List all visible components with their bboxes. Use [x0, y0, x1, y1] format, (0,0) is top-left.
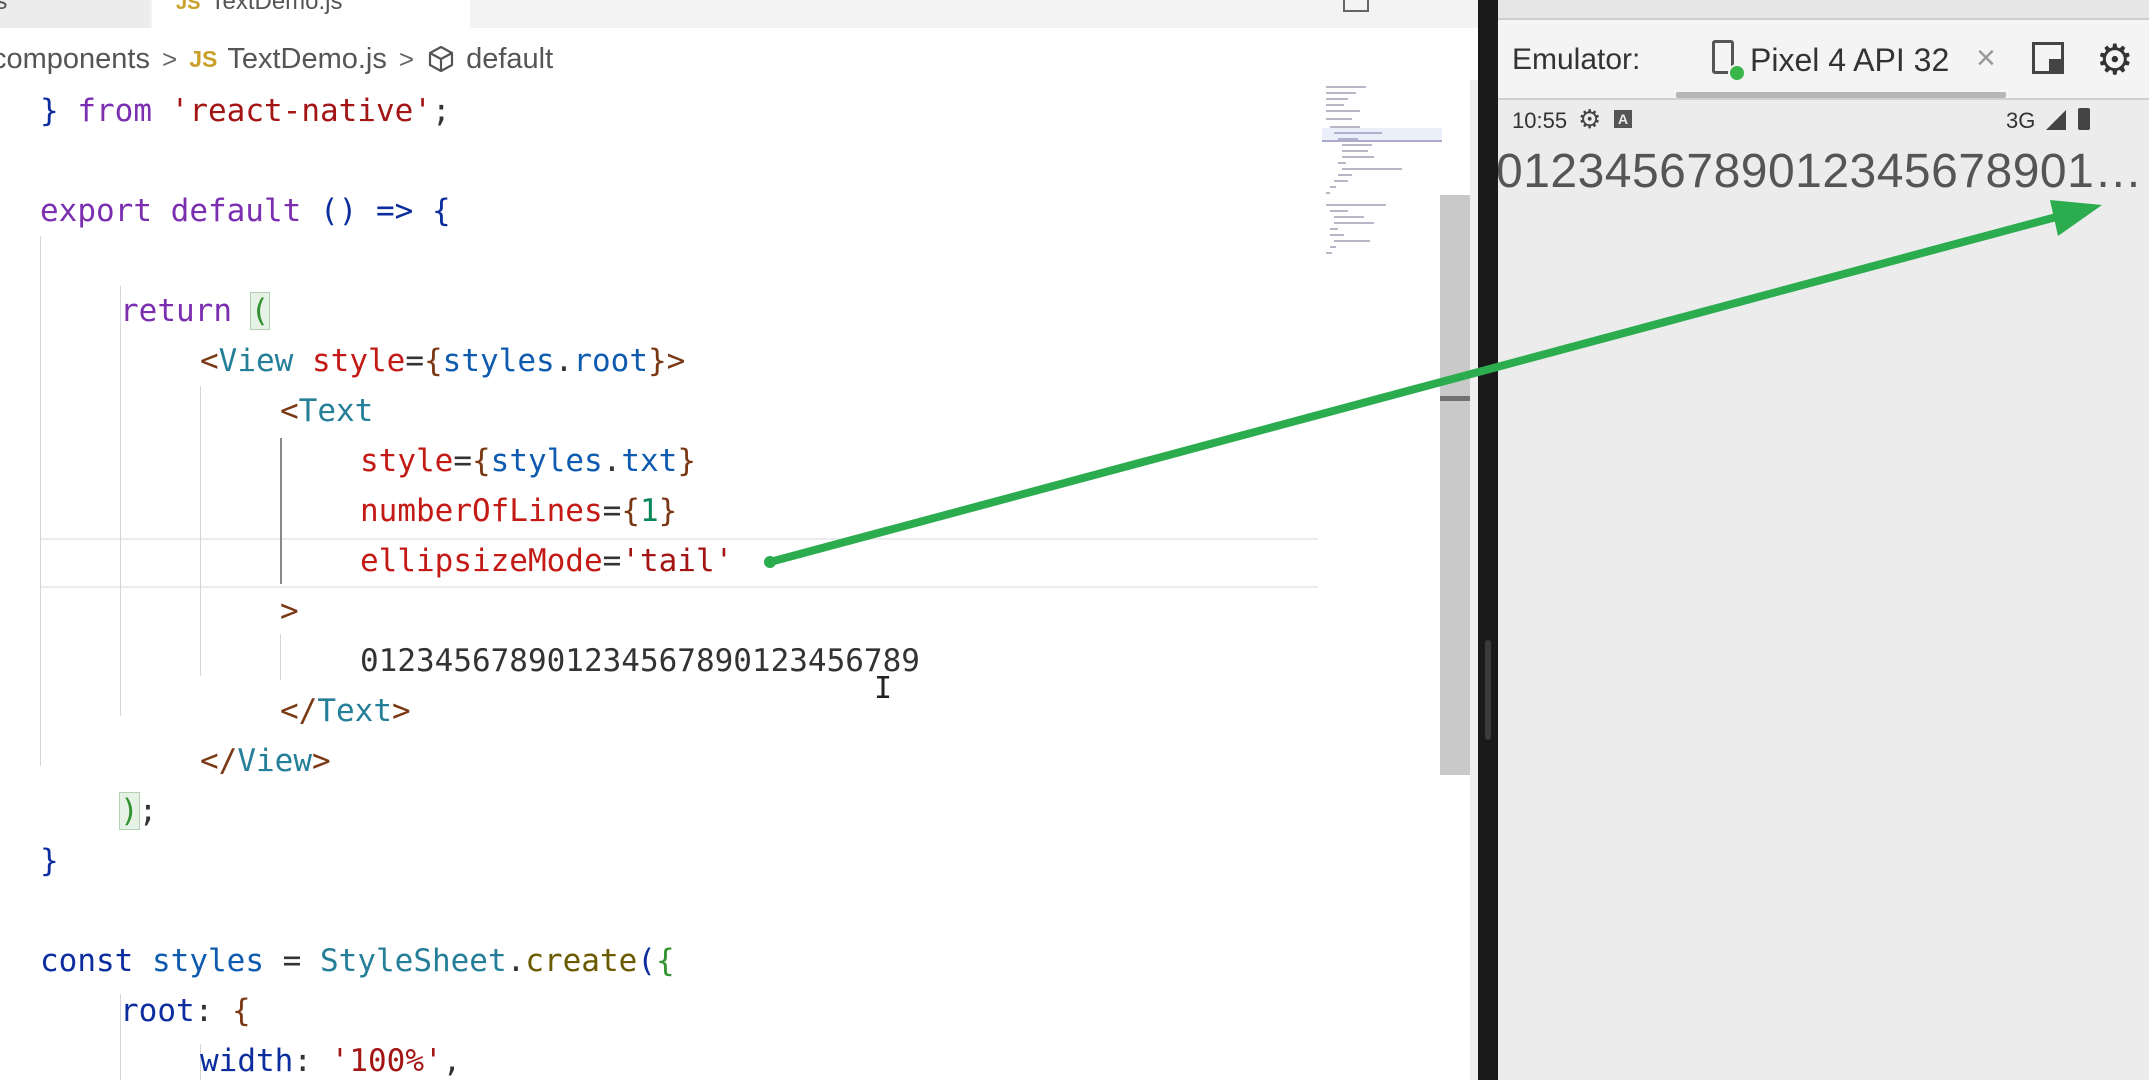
app-ellipsized-text: 0123456789012345678901… [1498, 145, 2136, 198]
breadcrumb-file[interactable]: TextDemo.js [227, 43, 387, 76]
emulator-label: Emulator: [1512, 43, 1641, 76]
dock-icon[interactable] [2032, 42, 2064, 74]
js-file-icon: JS [176, 0, 201, 14]
code-line-6: <View style={styles.root}> [200, 343, 686, 379]
code-line-13: </Text> [280, 693, 411, 729]
indent-guide-active [280, 438, 282, 584]
tab-previous[interactable]: js [0, 0, 150, 28]
js-file-icon: JS [189, 45, 218, 72]
code-line-3: export default () => { [40, 193, 451, 229]
signal-icon [2046, 110, 2066, 130]
code-line-16: } [40, 843, 59, 879]
code-line-19: root: { [120, 993, 251, 1029]
breadcrumb-separator: > [162, 43, 178, 74]
tab-active-label: TextDemo.js [210, 0, 343, 15]
breadcrumb: components > JS TextDemo.js > default [0, 38, 553, 80]
code-line-20: width: '100%', [200, 1043, 462, 1079]
code-line-15: ); [119, 792, 158, 830]
symbol-module-icon [428, 45, 454, 73]
indent-guide [40, 236, 41, 766]
scrollbar-cursor-marker [1440, 396, 1474, 401]
code-area[interactable]: } from 'react-native'; export default ()… [0, 86, 1320, 1080]
status-time: 10:55 [1512, 108, 1568, 133]
breadcrumb-symbol[interactable]: default [466, 43, 553, 76]
close-icon[interactable]: × [1976, 36, 1996, 80]
breadcrumb-folder[interactable]: components [0, 43, 150, 76]
code-line-10: ellipsizeMode='tail' [360, 543, 734, 579]
emulator-top-strip [1498, 0, 2149, 20]
code-line-8: style={styles.txt} [360, 443, 696, 479]
tab-previous-label: js [0, 0, 8, 15]
network-type: 3G [2006, 108, 2036, 133]
code-line-12: 012345678901234567890123456789 [360, 643, 920, 679]
device-tab[interactable]: Pixel 4 API 32 [1750, 38, 1949, 82]
breadcrumb-separator: > [398, 43, 415, 74]
tab-textdemo[interactable]: JS TextDemo.js [152, 0, 470, 28]
minimap[interactable] [1318, 80, 1438, 1080]
editor-right-gutter [1470, 80, 1478, 1080]
indent-guide [280, 634, 281, 680]
battery-icon [2078, 108, 2090, 130]
device-screen[interactable]: 10:55 ⚙ A 3G 0123456789012345678901… [1498, 100, 2149, 1080]
android-status-bar: 10:55 ⚙ A 3G [1498, 100, 2149, 144]
settings-notification-icon: ⚙ [1578, 104, 1602, 134]
code-editor: js JS TextDemo.js components > JS TextDem… [0, 0, 1478, 1080]
code-line-1: } from 'react-native'; [40, 93, 451, 129]
code-line-18: const styles = StyleSheet.create({ [40, 943, 675, 979]
code-line-9: numberOfLines={1} [360, 493, 678, 529]
emulator-panel: Emulator: Pixel 4 API 32 × ⚙ 10:55 ⚙ A 3… [1498, 0, 2149, 1080]
code-line-5: return ( [120, 292, 271, 330]
panel-splitter[interactable] [1478, 0, 1498, 1080]
device-tab-underline [1676, 92, 2006, 98]
split-editor-icon[interactable] [1343, 0, 1369, 12]
vertical-scrollbar[interactable] [1440, 195, 1470, 775]
indent-guide [120, 286, 121, 716]
splitter-handle[interactable] [1485, 640, 1491, 740]
code-line-7: <Text [280, 393, 374, 429]
a-notification-icon: A [1614, 110, 1632, 128]
gear-icon[interactable]: ⚙ [2096, 38, 2134, 82]
indent-guide [200, 386, 201, 676]
minimap-slider[interactable] [1322, 128, 1442, 142]
text-cursor-icon: I [874, 671, 893, 706]
editor-tab-bar: js JS TextDemo.js [0, 0, 1478, 28]
device-running-indicator [1728, 64, 1746, 82]
code-line-14: </View> [200, 743, 331, 779]
code-line-11: > [280, 593, 299, 629]
